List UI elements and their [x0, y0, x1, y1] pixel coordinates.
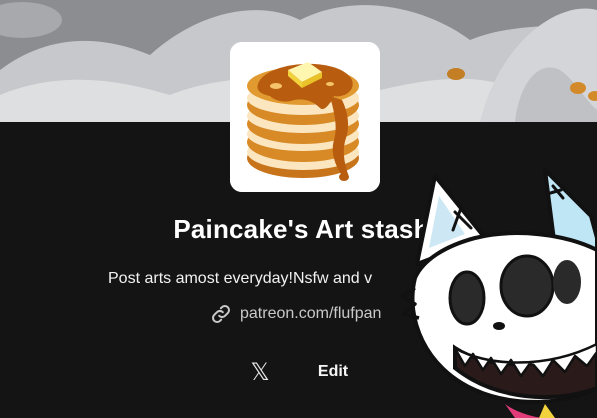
edit-button[interactable]: Edit: [306, 359, 360, 385]
x-logo-icon: 𝕏: [250, 358, 270, 386]
profile-link-text: patreon.com/flufpan: [240, 305, 382, 322]
pancake-stack-icon: [230, 42, 380, 192]
profile-tagline: Post arts amost everyday!Nsfw and v: [108, 270, 373, 287]
x-social-button[interactable]: 𝕏: [246, 358, 274, 386]
cartoon-cat-character: [395, 168, 597, 418]
profile-avatar[interactable]: [230, 42, 380, 192]
profile-link[interactable]: patreon.com/flufpan: [210, 303, 381, 325]
link-icon: [210, 303, 232, 325]
